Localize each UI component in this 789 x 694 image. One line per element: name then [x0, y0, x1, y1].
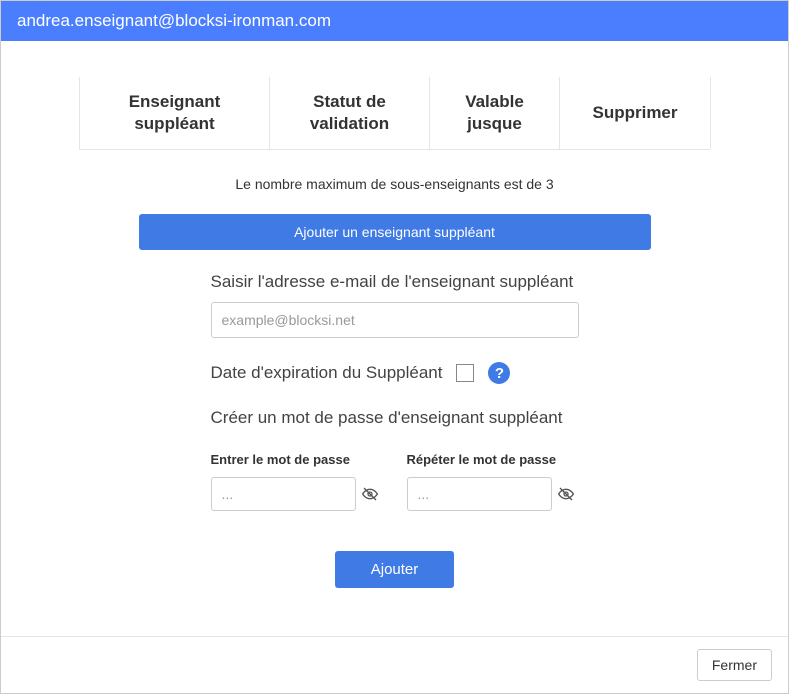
dialog-header: andrea.enseignant@blocksi-ironman.com [1, 1, 788, 41]
table-header-row: Enseignant suppléant Statut de validatio… [79, 77, 710, 150]
user-email: andrea.enseignant@blocksi-ironman.com [17, 11, 331, 30]
password-row: Entrer le mot de passe Répéter le mot de… [211, 452, 579, 511]
column-substitute-teacher: Enseignant suppléant [79, 77, 269, 149]
password-repeat-input[interactable] [407, 477, 552, 511]
expiration-checkbox[interactable] [456, 364, 474, 382]
column-delete: Supprimer [559, 77, 711, 149]
max-teachers-info: Le nombre maximum de sous-enseignants es… [79, 176, 710, 192]
password-label: Entrer le mot de passe [211, 452, 383, 467]
eye-off-icon[interactable] [558, 486, 574, 502]
password-repeat-col: Répéter le mot de passe [407, 452, 579, 511]
expiration-label: Date d'expiration du Suppléant [211, 363, 443, 383]
eye-off-icon[interactable] [362, 486, 378, 502]
password-section-label: Créer un mot de passe d'enseignant suppl… [211, 408, 579, 428]
password-repeat-label: Répéter le mot de passe [407, 452, 579, 467]
email-input[interactable] [211, 302, 579, 338]
password-col: Entrer le mot de passe [211, 452, 383, 511]
column-valid-until: Valable jusque [429, 77, 559, 149]
close-button[interactable]: Fermer [697, 649, 772, 681]
form-section: Saisir l'adresse e-mail de l'enseignant … [211, 272, 579, 588]
column-validation-status: Statut de validation [269, 77, 429, 149]
expiration-row: Date d'expiration du Suppléant ? [211, 362, 579, 384]
help-icon[interactable]: ? [488, 362, 510, 384]
dialog-content: Enseignant suppléant Statut de validatio… [1, 41, 788, 608]
email-label: Saisir l'adresse e-mail de l'enseignant … [211, 272, 579, 292]
password-input[interactable] [211, 477, 356, 511]
add-button[interactable]: Ajouter [335, 551, 455, 588]
dialog-footer: Fermer [1, 636, 788, 693]
submit-row: Ajouter [211, 551, 579, 588]
add-substitute-teacher-button[interactable]: Ajouter un enseignant suppléant [139, 214, 651, 250]
